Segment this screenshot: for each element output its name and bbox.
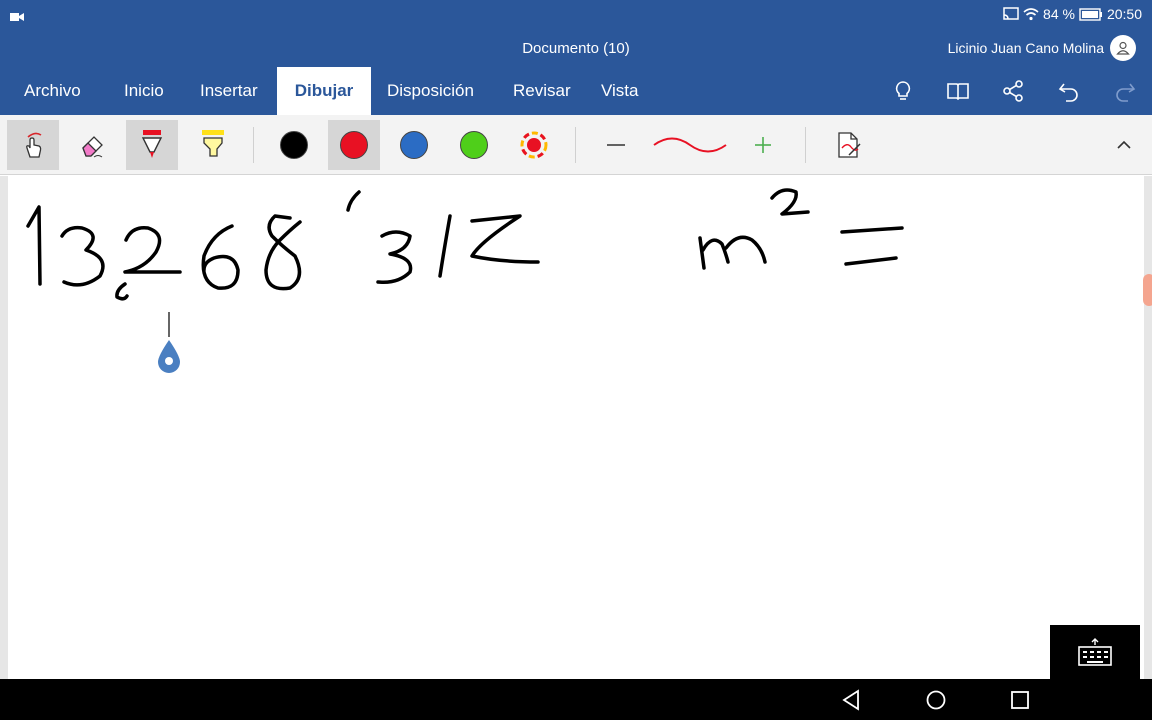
keyboard-icon	[1078, 638, 1112, 666]
color-swatch	[460, 131, 488, 159]
battery-percent: 84 %	[1043, 6, 1075, 22]
home-icon[interactable]	[924, 688, 948, 712]
title-bar: Documento (10) Licinio Juan Cano Molina	[0, 30, 1152, 67]
add-pen-button[interactable]	[737, 120, 789, 170]
avatar[interactable]	[1110, 35, 1136, 61]
draw-ribbon	[0, 115, 1152, 175]
tab-archivo[interactable]: Archivo	[8, 67, 97, 115]
tab-inicio[interactable]: Inicio	[108, 67, 180, 115]
eraser-button[interactable]	[67, 120, 119, 170]
recents-icon[interactable]	[1008, 688, 1032, 712]
more-colors-button[interactable]	[508, 120, 560, 170]
clock-time: 20:50	[1106, 6, 1142, 22]
wifi-icon	[1023, 7, 1039, 21]
stroke-preview-button[interactable]	[650, 120, 730, 170]
eraser-icon	[82, 136, 103, 158]
thin-line-button[interactable]	[590, 120, 642, 170]
keyboard-toggle-button[interactable]	[1050, 625, 1140, 679]
tab-insertar[interactable]: Insertar	[184, 67, 274, 115]
user-name[interactable]: Licinio Juan Cano Molina	[948, 40, 1104, 56]
touch-draw-icon	[26, 132, 42, 158]
red-curve-icon	[653, 137, 727, 153]
ink-to-shape-button[interactable]	[822, 120, 874, 170]
color-swatch	[340, 131, 368, 159]
touch-draw-button[interactable]	[7, 120, 59, 170]
book-icon[interactable]	[946, 79, 970, 103]
status-bar: 84 % 20:50	[0, 0, 1152, 30]
navigation-bar	[0, 679, 1152, 720]
ribbon-tabs: Archivo Inicio Insertar Dibujar Disposic…	[0, 67, 1152, 115]
tab-revisar[interactable]: Revisar	[497, 67, 587, 115]
scroll-handle[interactable]	[1143, 274, 1152, 306]
red-pen-icon	[141, 130, 163, 158]
color-wheel-icon	[520, 131, 548, 159]
color-green-button[interactable]	[448, 120, 500, 170]
add-pen-icon	[755, 137, 771, 153]
ink-to-shape-icon	[838, 132, 861, 158]
user-icon	[1116, 41, 1130, 55]
chevron-up-icon	[1117, 140, 1131, 149]
lightbulb-icon[interactable]	[891, 79, 915, 103]
thin-line-icon	[607, 144, 625, 146]
color-swatch	[400, 131, 428, 159]
video-camera-icon	[10, 9, 24, 27]
handwritten-ink	[26, 188, 904, 373]
red-pen-button[interactable]	[126, 120, 178, 170]
document-canvas[interactable]	[0, 176, 1152, 679]
tab-vista[interactable]: Vista	[585, 67, 655, 115]
color-swatch	[280, 131, 308, 159]
tab-disposicion[interactable]: Disposición	[371, 67, 490, 115]
document-page[interactable]	[8, 176, 1144, 679]
cast-icon	[1003, 7, 1019, 21]
undo-icon[interactable]	[1057, 79, 1081, 103]
back-icon[interactable]	[840, 688, 864, 712]
tab-dibujar[interactable]: Dibujar	[277, 67, 371, 115]
battery-icon	[1079, 7, 1103, 21]
color-blue-button[interactable]	[388, 120, 440, 170]
redo-icon[interactable]	[1113, 79, 1137, 103]
highlighter-button[interactable]	[187, 120, 239, 170]
yellow-highlighter-icon	[202, 130, 224, 157]
collapse-ribbon-button[interactable]	[1098, 120, 1150, 170]
color-black-button[interactable]	[268, 120, 320, 170]
color-red-button[interactable]	[328, 120, 380, 170]
share-icon[interactable]	[1001, 79, 1025, 103]
